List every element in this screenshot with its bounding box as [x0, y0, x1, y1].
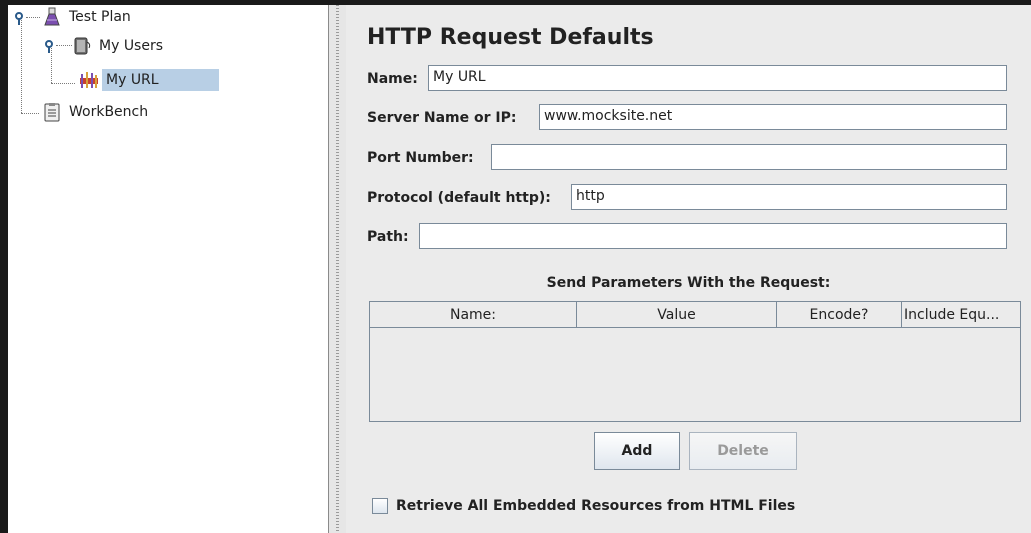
splitter-grip[interactable] [336, 5, 339, 533]
tree-item-label: WorkBench [69, 104, 149, 120]
table-header: Name: Value Encode? Include Equ... [370, 302, 1020, 328]
config-element-icon [78, 70, 98, 90]
retrieve-resources-checkbox[interactable] [372, 498, 388, 514]
parameters-table[interactable]: Name: Value Encode? Include Equ... [369, 301, 1021, 422]
column-header-value[interactable]: Value [577, 302, 777, 327]
retrieve-resources-option[interactable]: Retrieve All Embedded Resources from HTM… [372, 498, 795, 514]
server-label: Server Name or IP: [367, 110, 517, 126]
path-label: Path: [367, 229, 409, 245]
params-section-title: Send Parameters With the Request: [546, 275, 831, 291]
tree-item-my-users[interactable]: My Users [72, 35, 166, 57]
delete-button[interactable]: Delete [689, 432, 797, 470]
window-frame-left [0, 0, 8, 533]
test-plan-tree: Test Plan My Users My URL WorkBench [8, 5, 329, 533]
panel-title: HTTP Request Defaults [367, 25, 654, 50]
pane-splitter[interactable] [329, 5, 346, 533]
column-header-include-equals[interactable]: Include Equ... [902, 302, 1020, 327]
thread-group-icon [72, 36, 92, 56]
tree-item-my-url[interactable]: My URL [78, 69, 219, 91]
tree-item-label: My URL [102, 69, 219, 91]
port-label: Port Number: [367, 150, 474, 166]
expand-handle-icon[interactable] [14, 11, 27, 25]
name-label: Name: [367, 71, 418, 87]
add-button[interactable]: Add [594, 432, 680, 470]
flask-icon [42, 7, 62, 27]
column-header-encode[interactable]: Encode? [777, 302, 902, 327]
tree-item-workbench[interactable]: WorkBench [42, 101, 151, 123]
tree-connector [56, 45, 72, 46]
tree-item-label: Test Plan [69, 9, 131, 25]
retrieve-resources-label: Retrieve All Embedded Resources from HTM… [396, 498, 796, 514]
protocol-label: Protocol (default http): [367, 190, 551, 206]
column-header-name[interactable]: Name: [370, 302, 577, 327]
tree-item-test-plan[interactable]: Test Plan [42, 6, 134, 28]
tree-item-label: My Users [99, 38, 164, 54]
tree-connector [26, 17, 40, 18]
expand-handle-icon[interactable] [44, 39, 57, 53]
protocol-field[interactable]: http [571, 184, 1007, 210]
http-request-defaults-panel: HTTP Request Defaults Name: My URL Serve… [346, 5, 1031, 533]
tree-connector [21, 17, 22, 113]
name-field[interactable]: My URL [428, 65, 1007, 91]
tree-connector [51, 83, 75, 84]
clipboard-icon [42, 102, 62, 122]
server-field[interactable]: www.mocksite.net [539, 104, 1007, 130]
port-field[interactable] [491, 144, 1007, 170]
path-field[interactable] [419, 223, 1007, 249]
tree-connector [21, 113, 39, 114]
